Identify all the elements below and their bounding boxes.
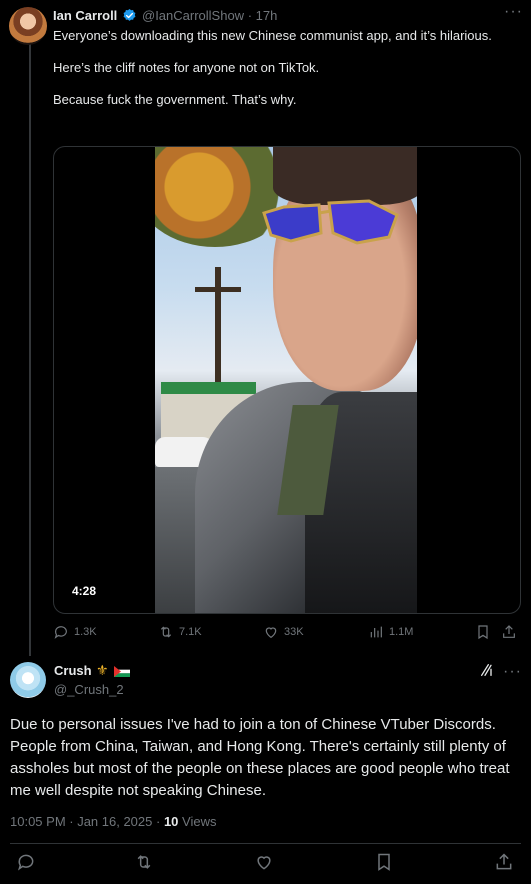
tweet-actions: 1.3K 7.1K 33K 1.1M bbox=[53, 622, 523, 642]
reply-text: Due to personal issues I've had to join … bbox=[10, 716, 510, 799]
author-handle-time[interactable]: @IanCarrollShow · 17h bbox=[142, 8, 277, 23]
pole-crossbar bbox=[195, 287, 241, 292]
views-label: Views bbox=[178, 814, 217, 829]
reply-icon bbox=[17, 854, 34, 871]
reply-actions bbox=[10, 852, 521, 876]
post-timestamp[interactable]: 10:05 PM · Jan 16, 2025 · bbox=[10, 814, 164, 829]
reply-icon bbox=[54, 626, 67, 639]
repost-icon bbox=[137, 855, 151, 869]
fleur-de-lis-emoji: ⚜ bbox=[96, 662, 109, 678]
reply-author-name[interactable]: Crush bbox=[54, 663, 92, 678]
verified-badge-icon bbox=[123, 8, 136, 21]
bookmark-icon bbox=[478, 625, 488, 640]
author-name[interactable]: Ian Carroll bbox=[53, 8, 117, 23]
share-button[interactable] bbox=[501, 622, 517, 642]
author-avatar[interactable] bbox=[9, 7, 47, 45]
bookmark-button[interactable] bbox=[374, 852, 398, 876]
bookmark-button[interactable] bbox=[475, 622, 491, 642]
more-icon[interactable]: ··· bbox=[504, 3, 523, 21]
reply-button[interactable]: 1.3K bbox=[53, 622, 97, 642]
bookmark-icon bbox=[378, 853, 390, 871]
thread-connector-line bbox=[29, 44, 31, 656]
tweet-paragraph: Because fuck the government. That’s why. bbox=[53, 92, 297, 107]
like-count: 33K bbox=[284, 626, 304, 638]
sunglasses bbox=[262, 199, 399, 245]
reply-author-handle[interactable]: @_Crush_2 bbox=[54, 682, 124, 697]
tweet-paragraph: Here’s the cliff notes for anyone not on… bbox=[53, 60, 320, 75]
divider bbox=[10, 843, 521, 844]
repost-count: 7.1K bbox=[179, 626, 202, 638]
repost-button[interactable]: 7.1K bbox=[158, 622, 202, 642]
video-duration: 4:28 bbox=[72, 584, 97, 598]
like-button[interactable] bbox=[254, 852, 278, 876]
video-player[interactable] bbox=[53, 146, 521, 614]
views-count: 10 bbox=[163, 814, 179, 829]
share-icon bbox=[503, 625, 515, 638]
post-time[interactable]: · 17h bbox=[248, 8, 278, 23]
post-metadata: 10:05 PM · Jan 16, 2025 · 10 Views bbox=[10, 814, 216, 829]
like-button[interactable]: 33K bbox=[263, 622, 304, 642]
heart-icon bbox=[257, 856, 271, 870]
video-frame[interactable] bbox=[155, 147, 417, 613]
share-button[interactable] bbox=[494, 852, 518, 876]
views-count: 1.1M bbox=[389, 626, 414, 638]
reply-author-avatar[interactable] bbox=[10, 662, 46, 698]
palestine-flag-icon bbox=[114, 666, 130, 677]
tweet-text: Everyone’s downloading this new Chinese … bbox=[53, 28, 503, 108]
reply-button[interactable] bbox=[16, 852, 40, 876]
share-icon bbox=[496, 853, 512, 870]
views-icon bbox=[370, 626, 382, 638]
views-button[interactable]: 1.1M bbox=[368, 622, 413, 642]
repost-button[interactable] bbox=[134, 852, 158, 876]
reply-count: 1.3K bbox=[74, 626, 97, 638]
grok-icon[interactable] bbox=[479, 662, 495, 678]
heart-icon bbox=[265, 627, 277, 639]
more-icon[interactable]: ··· bbox=[503, 663, 522, 681]
tweet-paragraph: Everyone’s downloading this new Chinese … bbox=[53, 28, 492, 43]
author-handle[interactable]: @IanCarrollShow bbox=[142, 8, 244, 23]
repost-icon bbox=[160, 626, 172, 638]
